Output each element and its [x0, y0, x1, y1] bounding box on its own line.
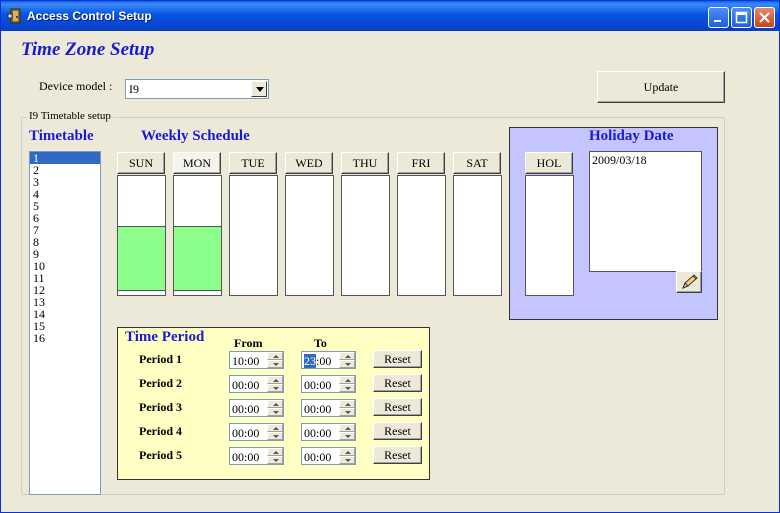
spin-down-icon[interactable]: [267, 432, 283, 440]
holiday-date-item[interactable]: 2009/03/18: [592, 153, 699, 168]
maximize-button[interactable]: [731, 7, 752, 28]
period-3-to[interactable]: 00:00: [301, 399, 356, 417]
list-item[interactable]: 1: [30, 152, 100, 164]
spin-down-icon[interactable]: [339, 456, 355, 464]
day-button-thu[interactable]: THU: [341, 152, 389, 174]
app-window: Access Control Setup Time Zone Setup Dev…: [0, 0, 780, 513]
day-column-thu[interactable]: [341, 175, 390, 296]
weekly-schedule-heading: Weekly Schedule: [141, 128, 250, 144]
period-1-from[interactable]: 10:00: [229, 351, 284, 369]
door-icon: [7, 8, 21, 24]
device-model-label: Device model :: [39, 79, 113, 93]
spin-down-icon[interactable]: [339, 432, 355, 440]
period-1-reset-button[interactable]: Reset: [373, 350, 422, 368]
spin-up-icon[interactable]: [267, 400, 283, 408]
timetable-list[interactable]: 1 2 3 4 5 6 7 8 9 10 11 12 13 14 15 16: [29, 151, 101, 495]
list-item[interactable]: 7: [30, 224, 100, 236]
spin-down-icon[interactable]: [267, 360, 283, 368]
period-3-label: Period 3: [139, 400, 182, 414]
title-bar[interactable]: Access Control Setup: [1, 1, 779, 31]
list-item[interactable]: 5: [30, 200, 100, 212]
list-item[interactable]: 8: [30, 236, 100, 248]
period-5-to[interactable]: 00:00: [301, 447, 356, 465]
period-2-from[interactable]: 00:00: [229, 375, 284, 393]
spin-down-icon[interactable]: [339, 408, 355, 416]
schedule-block[interactable]: [174, 226, 221, 291]
period-2-label: Period 2: [139, 376, 182, 390]
day-button-sat[interactable]: SAT: [453, 152, 501, 174]
period-3-from[interactable]: 00:00: [229, 399, 284, 417]
timetable-heading: Timetable: [29, 128, 94, 144]
period-3-reset-button[interactable]: Reset: [373, 398, 422, 416]
maximize-icon: [735, 11, 748, 24]
to-label: To: [314, 336, 327, 350]
spin-down-icon[interactable]: [267, 408, 283, 416]
close-icon: [759, 12, 770, 23]
period-2-to[interactable]: 00:00: [301, 375, 356, 393]
list-item[interactable]: 2: [30, 164, 100, 176]
hol-column[interactable]: [525, 175, 574, 296]
spin-up-icon[interactable]: [339, 352, 355, 360]
spin-up-icon[interactable]: [339, 400, 355, 408]
day-column-mon[interactable]: [173, 175, 222, 296]
spin-up-icon[interactable]: [339, 448, 355, 456]
period-1-label: Period 1: [139, 352, 182, 366]
close-button[interactable]: [754, 7, 775, 28]
spin-down-icon[interactable]: [339, 360, 355, 368]
schedule-block[interactable]: [118, 226, 165, 291]
period-4-from[interactable]: 00:00: [229, 423, 284, 441]
holiday-date-list[interactable]: 2009/03/18: [589, 151, 702, 272]
minimize-icon: [714, 20, 721, 22]
spin-up-icon[interactable]: [267, 352, 283, 360]
day-column-tue[interactable]: [229, 175, 278, 296]
day-column-sun[interactable]: [117, 175, 166, 296]
period-4-label: Period 4: [139, 424, 182, 438]
period-5-from[interactable]: 00:00: [229, 447, 284, 465]
list-item[interactable]: 3: [30, 176, 100, 188]
list-item[interactable]: 16: [30, 332, 100, 344]
day-button-tue[interactable]: TUE: [229, 152, 277, 174]
minimize-button[interactable]: [708, 7, 729, 28]
spin-down-icon[interactable]: [267, 384, 283, 392]
period-5-label: Period 5: [139, 448, 182, 462]
period-2-reset-button[interactable]: Reset: [373, 374, 422, 392]
groupbox-title: I9 Timetable setup: [27, 110, 113, 122]
list-item[interactable]: 6: [30, 212, 100, 224]
time-period-heading: Time Period: [125, 329, 205, 345]
spin-up-icon[interactable]: [339, 424, 355, 432]
hol-button[interactable]: HOL: [525, 152, 573, 174]
day-column-wed[interactable]: [285, 175, 334, 296]
pencil-icon: [682, 274, 698, 289]
device-model-value: I9: [129, 82, 139, 96]
day-button-mon[interactable]: MON: [173, 152, 221, 174]
page-title: Time Zone Setup: [21, 39, 155, 60]
spin-down-icon[interactable]: [339, 384, 355, 392]
list-item[interactable]: 4: [30, 188, 100, 200]
spin-up-icon[interactable]: [339, 376, 355, 384]
update-button[interactable]: Update: [597, 71, 725, 103]
day-button-fri[interactable]: FRI: [397, 152, 445, 174]
device-model-select[interactable]: I9: [125, 79, 269, 99]
day-button-sun[interactable]: SUN: [117, 152, 165, 174]
day-column-fri[interactable]: [397, 175, 446, 296]
spin-up-icon[interactable]: [267, 448, 283, 456]
period-1-to[interactable]: 23:00: [301, 351, 356, 369]
period-4-to[interactable]: 00:00: [301, 423, 356, 441]
period-5-reset-button[interactable]: Reset: [373, 446, 422, 464]
from-label: From: [234, 336, 263, 350]
day-column-sat[interactable]: [453, 175, 502, 296]
spin-up-icon[interactable]: [267, 424, 283, 432]
spin-down-icon[interactable]: [267, 456, 283, 464]
window-title: Access Control Setup: [27, 9, 152, 23]
edit-holiday-button[interactable]: [676, 271, 702, 293]
chevron-down-icon[interactable]: [251, 81, 267, 97]
day-button-wed[interactable]: WED: [285, 152, 333, 174]
holiday-date-heading: Holiday Date: [589, 128, 674, 144]
period-4-reset-button[interactable]: Reset: [373, 422, 422, 440]
spin-up-icon[interactable]: [267, 376, 283, 384]
